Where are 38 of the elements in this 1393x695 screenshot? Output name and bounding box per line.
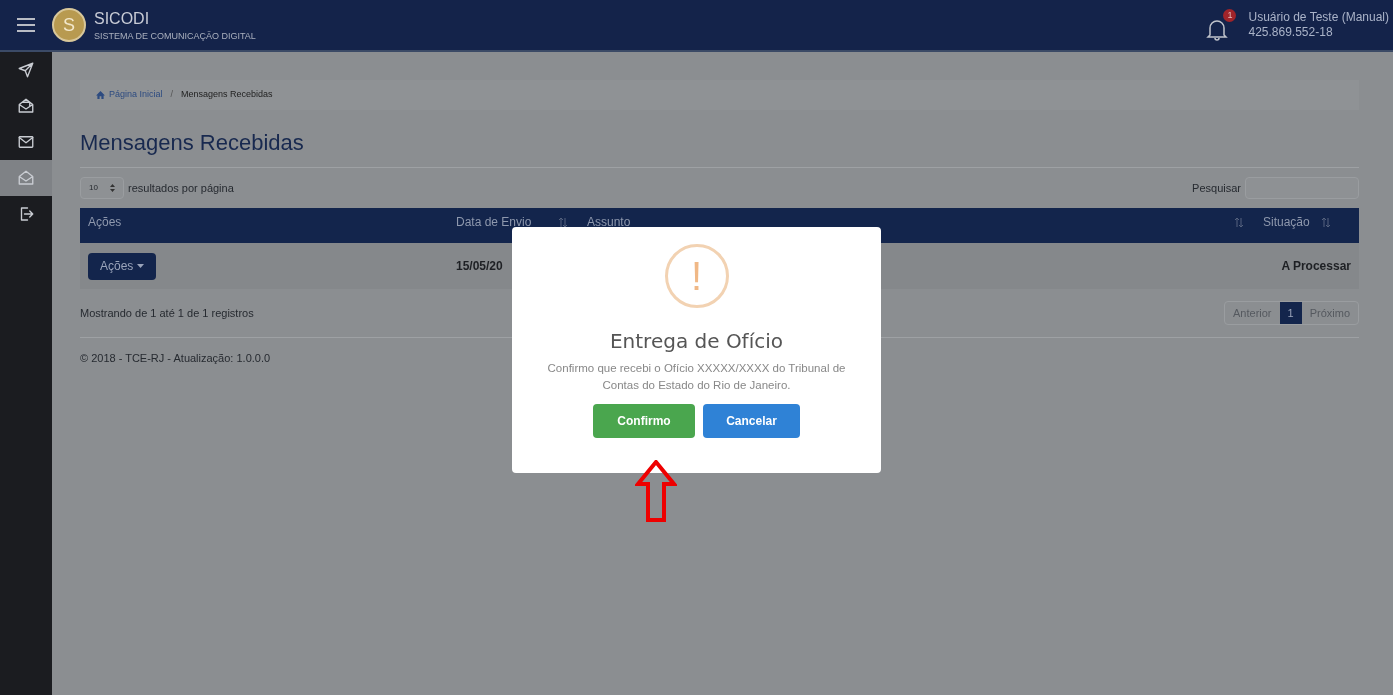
home-link[interactable]: Página Inicial [96, 88, 163, 102]
page-size-select[interactable]: 10 [80, 177, 124, 199]
actions-button[interactable]: Ações [88, 252, 157, 280]
envelope-icon [17, 169, 35, 187]
column-header[interactable]: Assunto [587, 213, 631, 231]
user-name: Usuário de Teste (Manual) [1248, 10, 1389, 25]
table-cell-text: 15/05/20 [455, 258, 503, 275]
home-icon [96, 91, 105, 99]
search-label: Pesquisar [1192, 180, 1241, 196]
logo-icon: S [52, 8, 86, 42]
table-cell-text: A Processar [1281, 258, 1352, 275]
user-id: 425.869.552-18 [1248, 25, 1334, 40]
notification-button[interactable]: 1 [1206, 9, 1237, 41]
bell-icon [1206, 17, 1229, 41]
column-header[interactable]: Situação [1263, 213, 1310, 231]
cancel-button[interactable]: Cancelar [703, 404, 800, 438]
table-info: Mostrando de 1 até 1 de 1 registros [80, 305, 254, 321]
column-header[interactable]: Data de Envio [456, 213, 532, 231]
breadcrumb-separator: / [169, 88, 175, 102]
menu-icon[interactable] [16, 17, 36, 33]
app-name: SICODI [94, 9, 151, 30]
up-down-caret-icon [110, 184, 115, 192]
footer-text: © 2018 - TCE-RJ - Atualização: 1.0.0.0 [80, 351, 272, 366]
page-title: Mensagens Recebidas [80, 126, 1359, 168]
page-size-label: resultados por página [128, 180, 234, 196]
confirm-button[interactable]: Confirmo [593, 404, 695, 438]
breadcrumb-current: Mensagens Recebidas [181, 88, 273, 102]
envelope-icon [17, 133, 35, 151]
warning-icon: ! [664, 244, 729, 308]
caret-icon [137, 264, 145, 268]
dialog-title: Entrega de Ofício [609, 328, 783, 355]
notification-badge: 1 [1223, 9, 1237, 22]
open-envelope-icon [17, 97, 35, 115]
pagination-button[interactable]: 1 [1279, 302, 1302, 324]
paper-plane-icon [17, 61, 35, 79]
app-subtitle: SISTEMA DE COMUNICAÇÃO DIGITAL [94, 31, 256, 43]
column-header[interactable]: Ações [88, 213, 122, 231]
dialog-message: Confirmo que recebi o Ofício XXXXX/XXXX do Tribunal de Contas do Estado do Rio de Janeiro. [546, 361, 847, 393]
